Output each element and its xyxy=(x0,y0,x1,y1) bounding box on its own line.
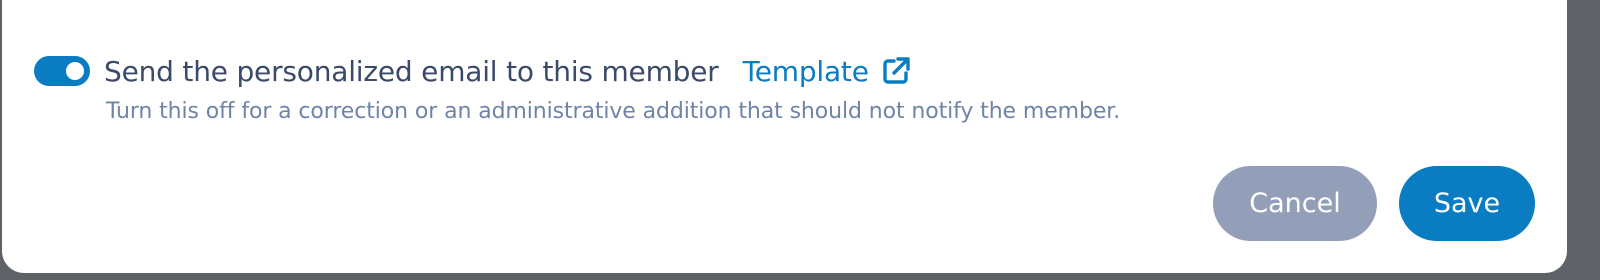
template-link-label: Template xyxy=(742,54,869,88)
send-email-label: Send the personalized email to this memb… xyxy=(104,54,719,88)
external-link-icon xyxy=(881,56,911,86)
send-email-toggle[interactable] xyxy=(34,56,90,86)
send-email-help-text: Turn this off for a correction or an adm… xyxy=(106,99,1121,124)
toggle-knob xyxy=(66,62,84,80)
send-email-row: Send the personalized email to this memb… xyxy=(104,51,911,91)
template-link[interactable]: Template xyxy=(743,55,911,88)
dialog-panel: Send the personalized email to this memb… xyxy=(2,0,1567,273)
cancel-button[interactable]: Cancel xyxy=(1213,166,1377,241)
save-button[interactable]: Save xyxy=(1399,166,1535,241)
